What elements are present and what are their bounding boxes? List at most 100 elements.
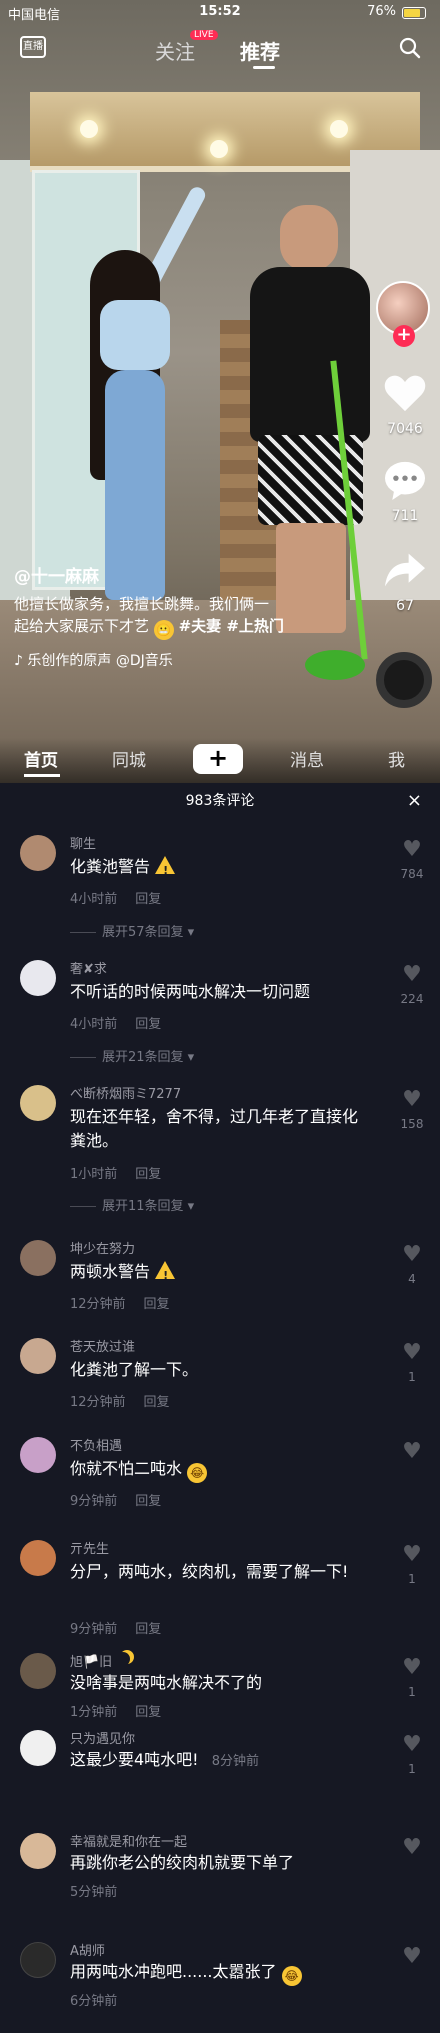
commenter-name[interactable]: 幸福就是和你在一起 xyxy=(70,1831,187,1850)
video-dancer xyxy=(60,184,208,620)
comment-like-button[interactable]: ♥ 784 xyxy=(394,839,430,882)
commenter-avatar[interactable] xyxy=(20,1338,56,1374)
reply-button[interactable]: 回复 xyxy=(135,892,161,907)
commenter-avatar[interactable] xyxy=(20,1942,56,1978)
heart-outline-icon: ♥ xyxy=(402,1655,422,1680)
comment-time: 4小时前 xyxy=(70,1017,118,1032)
comment-like-button[interactable]: ♥ xyxy=(394,1837,430,1865)
commenter-name[interactable]: 亓先生 xyxy=(70,1538,109,1557)
comment-count: 711 xyxy=(391,508,419,524)
search-icon[interactable] xyxy=(398,36,422,60)
heart-icon xyxy=(384,375,426,412)
share-arrow-icon xyxy=(385,553,425,587)
like-button[interactable]: 7046 xyxy=(370,373,440,437)
comment-like-button[interactable]: ♥ 1 xyxy=(394,1655,430,1700)
comment-time: 1分钟前 xyxy=(70,1705,118,1720)
commenter-name[interactable]: 苍天放过谁 xyxy=(70,1336,135,1355)
create-plus-button[interactable]: + xyxy=(189,744,247,774)
comment-button[interactable]: 711 xyxy=(370,460,440,524)
commenter-avatar[interactable] xyxy=(20,1730,56,1766)
comment-meta: 1小时前 回复 xyxy=(70,1163,161,1182)
commenter-name[interactable]: 旭🏳️旧 xyxy=(70,1651,130,1670)
commenter-name[interactable]: 只为遇见你 xyxy=(70,1728,135,1747)
commenter-avatar[interactable] xyxy=(20,1085,56,1121)
commenter-name[interactable]: 不负相遇 xyxy=(70,1435,122,1454)
laughing-emoji-icon: 😂 xyxy=(187,1463,208,1483)
tab-home[interactable]: 首页 xyxy=(24,746,58,771)
commenter-name[interactable]: べ断桥烟雨ミ7277 xyxy=(70,1083,181,1102)
comment-like-count: 1 xyxy=(408,1370,416,1384)
commenter-avatar[interactable] xyxy=(20,1653,56,1689)
music-label[interactable]: ♪ 乐创作的原声 @DJ音乐 xyxy=(14,650,364,670)
reply-button[interactable]: 回复 xyxy=(144,1395,170,1410)
comment-like-button[interactable]: ♥ 1 xyxy=(394,1342,430,1385)
reply-button[interactable]: 回复 xyxy=(135,1705,161,1720)
battery-percent: 76% xyxy=(367,4,396,19)
comment-time: 4小时前 xyxy=(70,892,118,907)
expand-replies-button[interactable]: 展开11条回复 ▾ xyxy=(70,1195,194,1214)
comment-text: 这最少要4吨水吧! 8分钟前 xyxy=(70,1750,259,1769)
heart-outline-icon: ♥ xyxy=(402,1087,422,1112)
comment-like-button[interactable]: ♥ xyxy=(394,1441,430,1469)
ceiling-light xyxy=(210,140,228,158)
reply-button[interactable]: 回复 xyxy=(135,1622,161,1637)
comment-like-count: 224 xyxy=(400,992,424,1006)
comment-like-button[interactable]: ♥ 4 xyxy=(394,1244,430,1287)
comment-text: 化粪池警告 ! xyxy=(70,855,370,879)
comment-meta: 12分钟前 回复 xyxy=(70,1391,170,1410)
commenter-avatar[interactable] xyxy=(20,1240,56,1276)
video-author[interactable]: @十一麻麻 xyxy=(14,562,364,587)
commenter-name[interactable]: 聊生 xyxy=(70,833,96,852)
reply-button[interactable]: 回复 xyxy=(135,1494,161,1509)
comment-like-button[interactable]: ♥ 1 xyxy=(394,1544,430,1587)
close-icon[interactable]: × xyxy=(407,783,422,819)
commenter-avatar[interactable] xyxy=(20,835,56,871)
ceiling-light xyxy=(80,120,98,138)
comment-like-count: 158 xyxy=(400,1117,424,1131)
ceiling-light xyxy=(330,120,348,138)
like-count: 7046 xyxy=(387,421,423,437)
heart-outline-icon: ♥ xyxy=(402,1944,422,1969)
commenter-name[interactable]: A胡师 xyxy=(70,1940,105,1959)
heart-outline-icon: ♥ xyxy=(402,1835,422,1860)
description-line-2: 起给大家展示下才艺 xyxy=(14,617,150,635)
expand-replies-button[interactable]: 展开57条回复 ▾ xyxy=(70,921,194,940)
comment-like-count: 1 xyxy=(408,1572,416,1586)
tab-messages[interactable]: 消息 xyxy=(290,746,324,771)
comment-text: 你就不怕二吨水 😂 xyxy=(70,1457,370,1483)
commenter-name[interactable]: 坤少在努力 xyxy=(70,1238,135,1257)
commenter-avatar[interactable] xyxy=(20,1437,56,1473)
heart-outline-icon: ♥ xyxy=(402,1439,422,1464)
music-disc-icon[interactable] xyxy=(376,652,432,708)
laughing-emoji-icon: 😂 xyxy=(281,1966,302,1986)
reply-button[interactable]: 回复 xyxy=(144,1297,170,1312)
commenter-name[interactable]: 奢✘求 xyxy=(70,958,107,977)
comment-like-button[interactable]: ♥ xyxy=(394,1946,430,1974)
tab-city[interactable]: 同城 xyxy=(112,746,146,771)
follow-plus-button[interactable]: + xyxy=(393,325,415,347)
commenter-avatar[interactable] xyxy=(20,1833,56,1869)
reply-button[interactable]: 回复 xyxy=(135,1167,161,1182)
tab-follow[interactable]: 关注 xyxy=(155,36,195,65)
tab-me[interactable]: 我 xyxy=(388,746,405,771)
comments-header: 983条评论 × xyxy=(0,783,440,819)
comment-time: 6分钟前 xyxy=(70,1994,118,2009)
battery-icon xyxy=(402,7,426,19)
tab-recommend[interactable]: 推荐 xyxy=(240,36,280,65)
video-hashtags[interactable]: #夫妻 #上热门 xyxy=(179,617,284,635)
expand-replies-button[interactable]: 展开21条回复 ▾ xyxy=(70,1046,194,1065)
commenter-avatar[interactable] xyxy=(20,1540,56,1576)
comment-like-count: 4 xyxy=(408,1272,416,1286)
comment-time: 8分钟前 xyxy=(211,1754,259,1769)
comment-like-button[interactable]: ♥ 224 xyxy=(394,964,430,1007)
comment-text: 现在还年轻，舍不得，过几年老了直接化粪池。 xyxy=(70,1107,359,1150)
live-tv-icon[interactable]: 直播 xyxy=(20,36,46,58)
comment-like-button[interactable]: ♥ 158 xyxy=(394,1087,430,1132)
commenter-avatar[interactable] xyxy=(20,960,56,996)
comment-meta: 4小时前 回复 xyxy=(70,1013,161,1032)
comment-time: 5分钟前 xyxy=(70,1885,118,1900)
reply-button[interactable]: 回复 xyxy=(135,1017,161,1032)
comment-text: 化粪池了解一下。 xyxy=(70,1360,199,1379)
share-button[interactable]: 67 xyxy=(370,550,440,614)
comment-like-button[interactable]: ♥ 1 xyxy=(394,1734,430,1777)
